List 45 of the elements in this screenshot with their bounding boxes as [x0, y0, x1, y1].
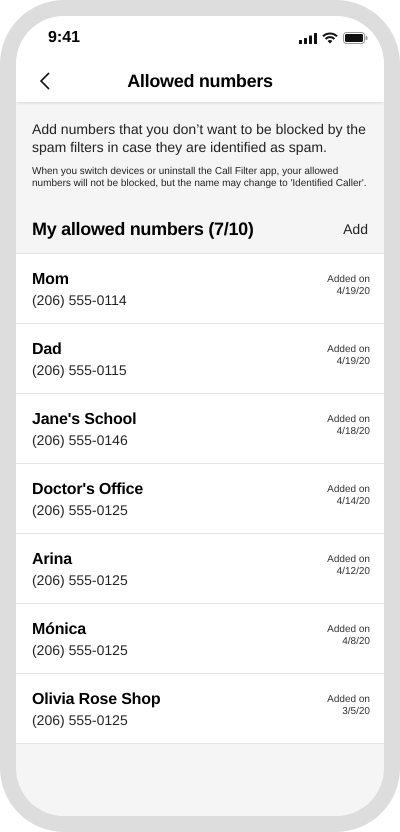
contact-row[interactable]: Dad (206) 555-0115 Added on 4/19/20	[16, 323, 384, 393]
contact-number: (206) 555-0114	[32, 291, 127, 310]
added-date: 4/12/20	[336, 566, 370, 578]
contact-number: (206) 555-0125	[32, 501, 129, 520]
contact-row[interactable]: Doctor's Office (206) 555-0125 Added on 4/14/20	[16, 463, 384, 533]
added-label: Added on	[327, 694, 370, 706]
added-label: Added on	[327, 554, 370, 566]
contact-name: Jane's School	[32, 410, 136, 430]
contact-name: Arina	[32, 550, 74, 570]
added-date: 4/19/20	[336, 286, 370, 298]
signal-icon	[299, 32, 317, 44]
contact-row[interactable]: Jane's School (206) 555-0146 Added on 4/18/20	[16, 393, 384, 463]
added-date: 4/18/20	[336, 426, 370, 438]
contact-number: (206) 555-0125	[32, 571, 128, 590]
added-date: 3/5/20	[342, 706, 370, 718]
contact-name: Dad	[32, 340, 63, 360]
contact-row[interactable]: Olivia Rose Shop (206) 555-0125 Added on 3/5/20	[16, 673, 384, 743]
status-time: 9:41	[48, 28, 80, 48]
contact-row[interactable]: Mónica (206) 555-0125 Added on 4/8/20	[16, 603, 384, 673]
contact-row[interactable]: Arina (206) 555-0125 Added on 4/12/20	[16, 533, 384, 603]
back-icon	[40, 72, 50, 90]
contact-row[interactable]: Mom (206) 555-0114 Added on 4/19/20	[16, 253, 384, 323]
intro-text: Add numbers that you don’t want to be blocked by the spam filters in case they are identified as spam.	[32, 120, 367, 156]
contact-name: Mónica	[32, 620, 88, 640]
contact-name: Mom	[32, 270, 70, 290]
wifi-icon	[322, 32, 338, 44]
add-button[interactable]: Add	[343, 219, 368, 240]
note-text: When you switch devices or uninstall the Call Filter app, your allowed numbers will not be blocked, but the name may change to 'Identified Caller'.	[32, 166, 368, 190]
added-label: Added on	[327, 274, 370, 286]
contact-number: (206) 555-0125	[32, 711, 129, 730]
contact-number: (206) 555-0146	[32, 431, 129, 450]
added-label: Added on	[327, 414, 370, 426]
added-date: 4/8/20	[342, 636, 370, 648]
contact-name: Olivia Rose Shop	[32, 690, 160, 710]
battery-icon	[343, 32, 368, 44]
contact-name: Doctor's Office	[32, 480, 144, 500]
section-heading: My allowed numbers (7/10)	[32, 218, 254, 241]
added-label: Added on	[327, 484, 370, 496]
contact-number: (206) 555-0115	[32, 361, 127, 380]
added-date: 4/14/20	[336, 496, 370, 508]
added-label: Added on	[327, 344, 370, 356]
added-date: 4/19/20	[336, 356, 370, 368]
contact-number: (206) 555-0125	[32, 641, 128, 660]
screen-title: Allowed numbers	[127, 70, 273, 92]
added-label: Added on	[327, 624, 370, 636]
